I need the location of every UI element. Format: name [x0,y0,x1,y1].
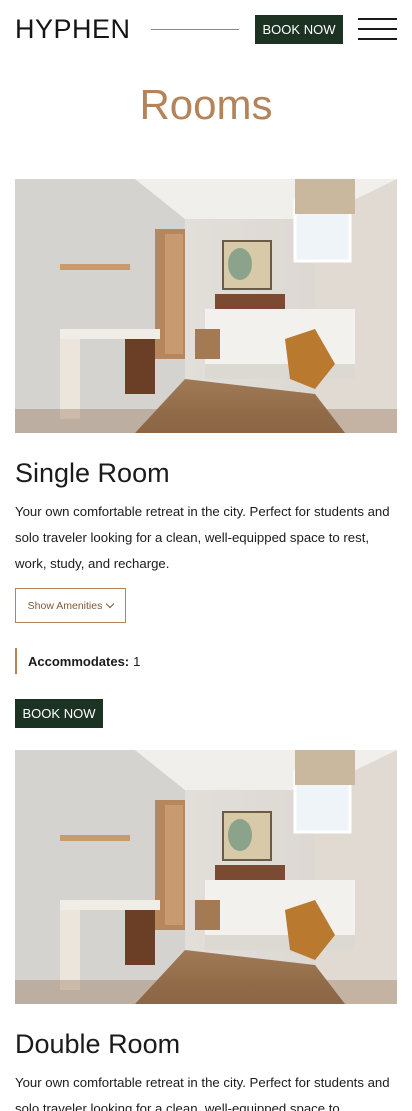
accommodates-label: Accommodates: [28,653,130,669]
menu-bar [358,18,397,20]
header-book-now-button[interactable]: BOOK NOW [255,15,343,44]
room-description: Your own comfortable retreat in the city… [15,1075,390,1111]
room-name: Single Room [15,458,170,488]
room-image[interactable] [15,750,397,1004]
header-divider [151,29,239,30]
room-description: Your own comfortable retreat in the city… [15,504,390,571]
site-header: HYPHEN BOOK NOW [0,0,412,60]
page-title: Rooms [139,81,273,128]
show-amenities-button[interactable]: Show Amenities [15,588,126,623]
chevron-down-icon [106,599,115,609]
menu-bar [358,28,397,30]
menu-bar [358,38,397,40]
room-name: Double Room [15,1029,181,1059]
room-book-now-button[interactable]: BOOK NOW [15,699,103,728]
room-image[interactable] [15,179,397,433]
accommodates-value: 1 [133,653,141,669]
show-amenities-label: Show Amenities [27,599,103,612]
logo[interactable]: HYPHEN [15,14,131,44]
accommodates-info: Accommodates: 1 [15,648,140,674]
hamburger-menu-icon[interactable] [358,18,397,41]
